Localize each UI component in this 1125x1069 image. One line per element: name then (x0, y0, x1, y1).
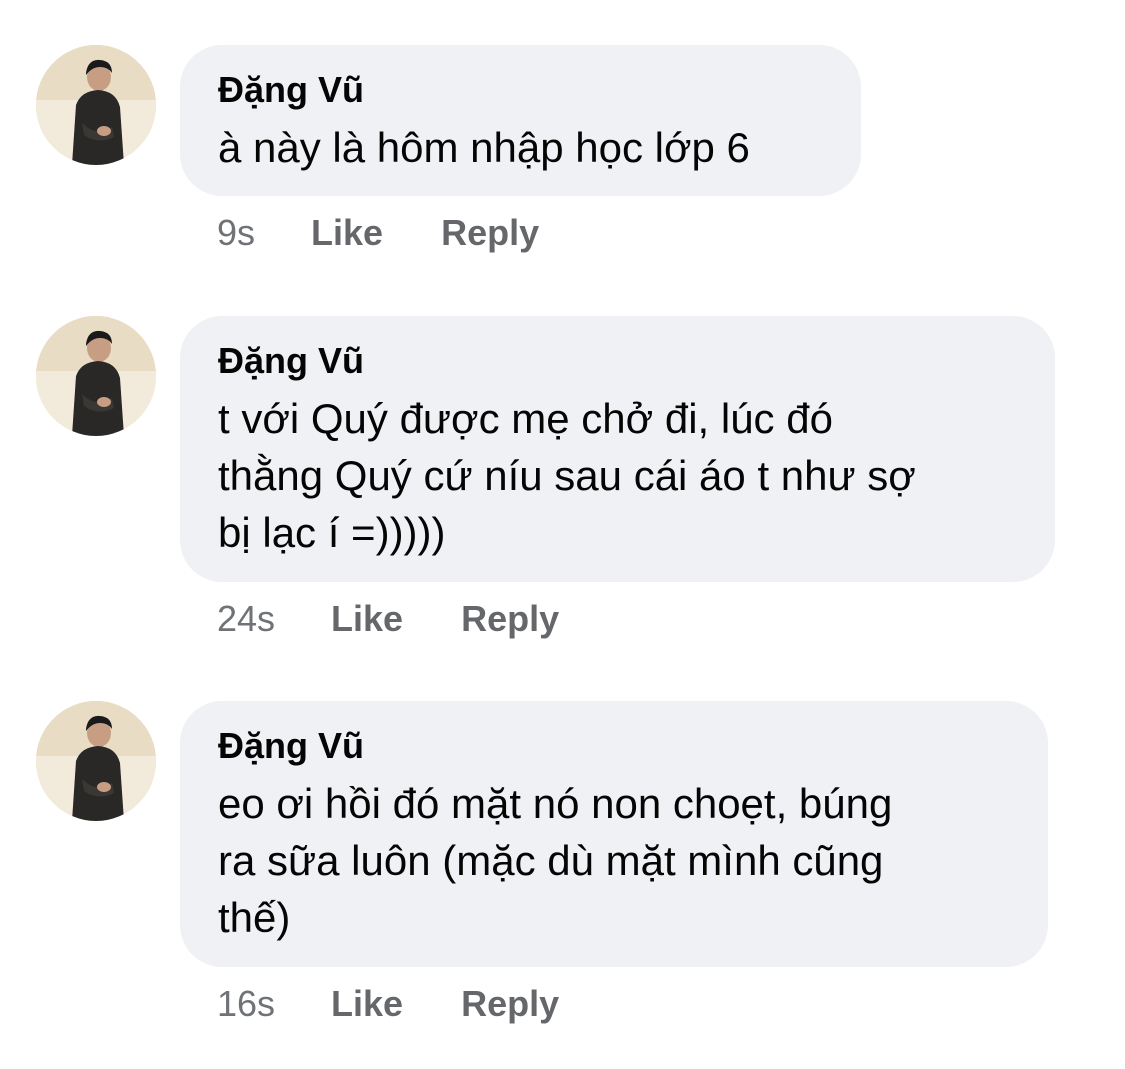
comment-thread: Đặng Vũ à này là hôm nhập học lớp 6 9s L… (0, 0, 1125, 1069)
comment-bubble: Đặng Vũ eo ơi hồi đó mặt nó non choẹt, b… (180, 701, 1048, 967)
comment-author[interactable]: Đặng Vũ (218, 69, 825, 111)
like-button[interactable]: Like (331, 983, 403, 1025)
reply-button[interactable]: Reply (441, 212, 539, 254)
reply-button[interactable]: Reply (461, 598, 559, 640)
comment-author[interactable]: Đặng Vũ (218, 725, 1012, 767)
avatar-image (36, 701, 156, 821)
comment-text: t với Quý được mẹ chở đi, lúc đó thằng Q… (218, 395, 916, 556)
comment-bubble: Đặng Vũ t với Quý được mẹ chở đi, lúc đó… (180, 316, 1055, 582)
comment-time[interactable]: 16s (217, 983, 275, 1025)
comment-bubble: Đặng Vũ à này là hôm nhập học lớp 6 (180, 45, 861, 196)
avatar-image (36, 45, 156, 165)
comment-author[interactable]: Đặng Vũ (218, 340, 1019, 382)
avatar-image (36, 316, 156, 436)
avatar[interactable] (36, 45, 156, 165)
reply-button[interactable]: Reply (461, 983, 559, 1025)
avatar[interactable] (36, 316, 156, 436)
like-button[interactable]: Like (311, 212, 383, 254)
comment-actions: 24s Like Reply (217, 598, 559, 640)
comment-time[interactable]: 24s (217, 598, 275, 640)
comment-actions: 9s Like Reply (217, 212, 539, 254)
comment-text: à này là hôm nhập học lớp 6 (218, 124, 750, 171)
comment-time[interactable]: 9s (217, 212, 255, 254)
like-button[interactable]: Like (331, 598, 403, 640)
avatar[interactable] (36, 701, 156, 821)
comment-actions: 16s Like Reply (217, 983, 559, 1025)
comment-text: eo ơi hồi đó mặt nó non choẹt, búng ra s… (218, 780, 893, 941)
